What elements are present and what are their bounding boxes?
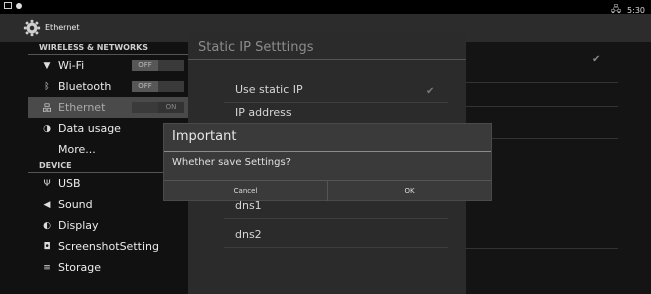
- ethernet-icon: 品: [42, 104, 52, 114]
- sidebar-item-bluetooth[interactable]: ᛒ Bluetooth OFF: [28, 76, 190, 97]
- divider: [224, 247, 448, 248]
- screenshot-icon: [4, 2, 12, 9]
- divider: [466, 82, 618, 83]
- use-static-ip-label[interactable]: Use static IP: [235, 83, 303, 96]
- cancel-button[interactable]: Cancel: [164, 181, 327, 201]
- divider: [466, 106, 618, 107]
- ok-button[interactable]: OK: [327, 181, 491, 201]
- sidebar-item-label: ScreenshotSetting: [58, 240, 159, 253]
- confirm-dialog: Important Whether save Settings? Cancel …: [163, 123, 492, 201]
- page-title: Ethernet: [45, 23, 80, 32]
- sidebar-item-wifi[interactable]: ▼ Wi-Fi OFF: [28, 55, 190, 76]
- bluetooth-toggle[interactable]: OFF: [132, 81, 184, 92]
- checkmark-icon[interactable]: ✔: [426, 86, 434, 97]
- divider: [164, 151, 491, 152]
- sound-icon: ◀: [43, 199, 51, 210]
- divider: [466, 248, 618, 249]
- bluetooth-icon: ᛒ: [44, 81, 50, 92]
- sidebar-item-label: Storage: [58, 261, 102, 274]
- dialog-buttons: Cancel OK: [164, 180, 491, 201]
- sidebar-item-label: Sound: [58, 198, 93, 211]
- usb-icon: Ψ: [43, 178, 51, 189]
- divider: [188, 59, 466, 60]
- sidebar-item-storage[interactable]: ≡ Storage: [28, 257, 190, 278]
- divider: [224, 218, 448, 219]
- camera-icon: ◘: [43, 241, 51, 252]
- dialog-title: Important: [172, 129, 237, 144]
- sidebar-item-label: Data usage: [58, 122, 121, 135]
- ethernet-toggle[interactable]: ON: [132, 102, 184, 113]
- sidebar-item-label: Display: [58, 219, 99, 232]
- dns2-label[interactable]: dns2: [235, 228, 262, 241]
- checkmark-icon[interactable]: ✔: [592, 54, 600, 65]
- status-bar: 🖧 5:30: [0, 0, 651, 15]
- dialog-title: Static IP Setttings: [198, 40, 314, 55]
- wifi-toggle[interactable]: OFF: [132, 60, 184, 71]
- sidebar-item-screenshot[interactable]: ◘ ScreenshotSetting: [28, 236, 190, 257]
- data-usage-icon: ◑: [43, 123, 51, 134]
- sidebar-item-label: Ethernet: [58, 101, 106, 114]
- wifi-icon: ▼: [43, 60, 51, 71]
- divider: [224, 102, 448, 103]
- sidebar-item-label: Bluetooth: [58, 80, 112, 93]
- sidebar-item-display[interactable]: ◐ Display: [28, 215, 190, 236]
- display-icon: ◐: [43, 220, 51, 231]
- sidebar-item-label: Wi-Fi: [58, 59, 85, 72]
- ip-address-label[interactable]: IP address: [235, 106, 292, 119]
- sidebar-item-label: USB: [58, 177, 81, 190]
- sidebar-item-ethernet[interactable]: 品 Ethernet ON: [28, 97, 190, 118]
- section-header-wireless: WIRELESS & NETWORKS: [28, 42, 190, 55]
- sidebar-item-label: More...: [58, 143, 96, 156]
- storage-icon: ≡: [43, 262, 51, 273]
- dialog-message: Whether save Settings?: [172, 157, 291, 168]
- notification-dot-icon: [16, 2, 22, 9]
- gear-icon[interactable]: [23, 19, 41, 37]
